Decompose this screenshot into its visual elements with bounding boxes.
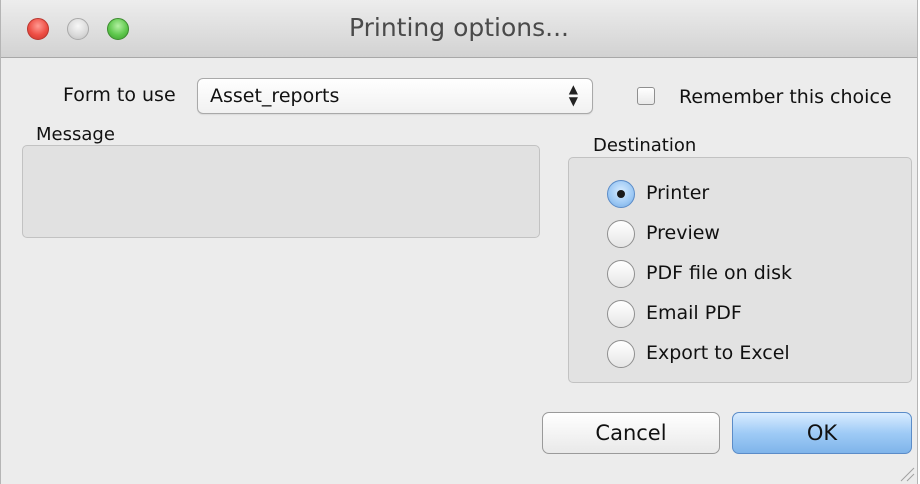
select-arrows-icon: ▲ ▼	[568, 82, 578, 108]
preview-label: Preview	[646, 222, 720, 244]
remember-choice-label[interactable]: Remember this choice	[679, 86, 892, 108]
message-box	[22, 145, 540, 238]
cancel-button[interactable]: Cancel	[542, 412, 720, 454]
destination-group: Printer Preview PDF file on disk Email P…	[568, 157, 912, 383]
pdf-label: PDF file on disk	[646, 262, 792, 284]
pdf-radio[interactable]	[607, 260, 635, 288]
destination-label: Destination	[593, 135, 697, 156]
printing-options-dialog: Printing options... Form to use Asset_re…	[0, 0, 918, 484]
form-select[interactable]: Asset_reports ▲ ▼	[197, 78, 593, 114]
resize-grip-icon[interactable]	[897, 464, 915, 482]
excel-radio[interactable]	[607, 340, 635, 368]
email-radio[interactable]	[607, 300, 635, 328]
form-to-use-label: Form to use	[63, 84, 176, 106]
printer-label: Printer	[646, 182, 710, 204]
printer-radio[interactable]	[607, 180, 635, 208]
window-title: Printing options...	[348, 13, 570, 42]
radio-selected-dot	[617, 190, 625, 198]
form-select-value: Asset_reports	[210, 85, 340, 107]
excel-label: Export to Excel	[646, 342, 790, 364]
preview-radio[interactable]	[607, 220, 635, 248]
remember-choice-checkbox[interactable]	[637, 87, 655, 105]
ok-button[interactable]: OK	[732, 412, 912, 454]
message-label: Message	[36, 124, 115, 145]
email-label: Email PDF	[646, 302, 742, 324]
title-bar: Printing options...	[1, 0, 917, 58]
